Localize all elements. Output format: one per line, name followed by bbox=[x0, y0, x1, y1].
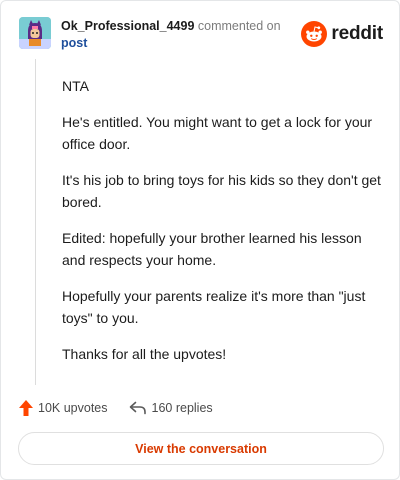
upvote-arrow-icon bbox=[19, 400, 33, 416]
comment-meta: Ok_Professional_4499 commented on post bbox=[61, 18, 281, 52]
reddit-snoo-icon bbox=[301, 21, 328, 47]
reddit-logo[interactable]: reddit bbox=[301, 21, 383, 47]
comment-card: Ok_Professional_4499 commented on post r… bbox=[0, 0, 400, 480]
comment-paragraph: Thanks for all the upvotes! bbox=[62, 346, 227, 362]
avatar-image bbox=[19, 17, 51, 49]
comment-paragraph: It's his job to bring toys for his kids … bbox=[62, 172, 381, 210]
replies-button[interactable]: 160 replies bbox=[129, 401, 213, 415]
post-link[interactable]: post bbox=[61, 35, 281, 52]
reply-count: 160 replies bbox=[151, 401, 213, 415]
reddit-wordmark: reddit bbox=[331, 23, 383, 44]
reply-arrow-icon bbox=[129, 401, 146, 415]
comment-header: Ok_Professional_4499 commented on post r… bbox=[19, 17, 387, 57]
comment-paragraph: Hopefully your parents realize it's more… bbox=[62, 288, 366, 326]
comment-body: NTA He's entitled. You might want to get… bbox=[62, 75, 382, 379]
view-conversation-button[interactable]: View the conversation bbox=[18, 432, 384, 465]
upvote-button[interactable]: 10K upvotes bbox=[19, 400, 108, 416]
username[interactable]: Ok_Professional_4499 bbox=[61, 19, 194, 33]
avatar[interactable] bbox=[19, 17, 51, 49]
comment-paragraph: Edited: hopefully your brother learned h… bbox=[62, 230, 362, 268]
comment-actions: 10K upvotes 160 replies bbox=[19, 397, 213, 419]
commented-on-text: commented on bbox=[197, 19, 281, 33]
thread-line bbox=[35, 59, 36, 385]
comment-paragraph: NTA bbox=[62, 78, 89, 94]
upvote-count: 10K upvotes bbox=[38, 401, 108, 415]
comment-paragraph: He's entitled. You might want to get a l… bbox=[62, 114, 373, 152]
